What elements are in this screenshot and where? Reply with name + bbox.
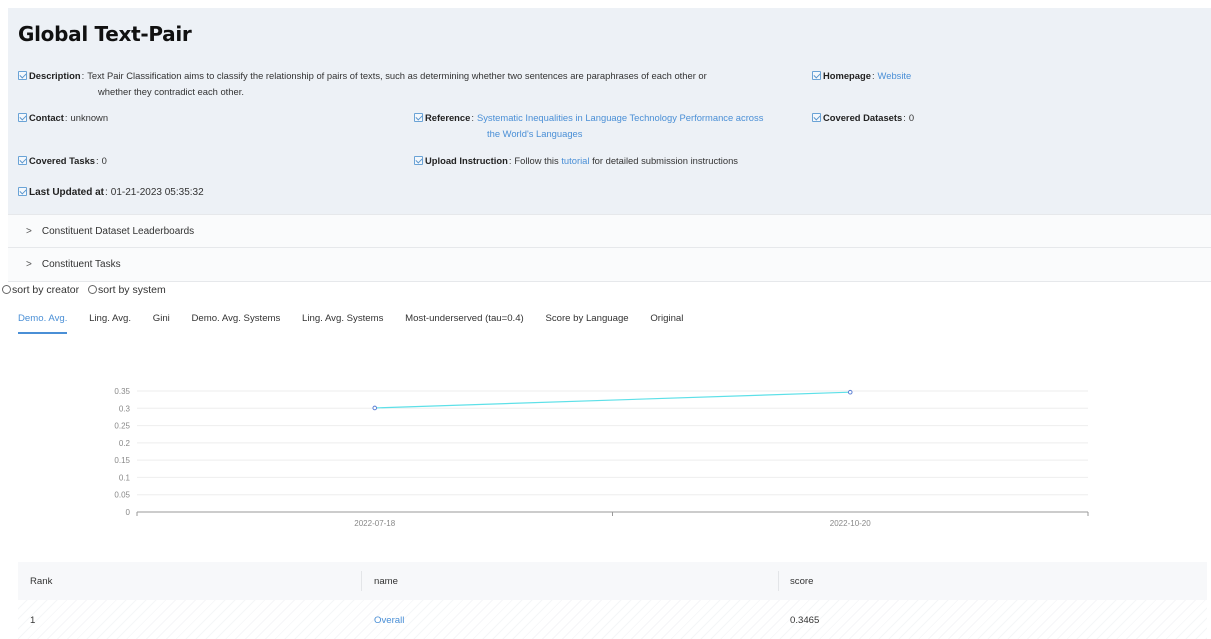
covered-datasets-field: Covered Datasets: 0 xyxy=(812,110,914,126)
tab-most-underserved[interactable]: Most-underserved (tau=0.4) xyxy=(405,313,524,332)
checkbox-icon xyxy=(812,113,821,122)
tab-demo-avg-systems[interactable]: Demo. Avg. Systems xyxy=(191,313,280,332)
sort-by-system-radio[interactable]: sort by system xyxy=(88,284,166,296)
reference-field: Reference: Systematic Inequalities in Lan… xyxy=(414,110,814,142)
collapse-label: Constituent Tasks xyxy=(41,259,121,270)
y-tick-label: 0 xyxy=(126,508,131,517)
homepage-label: Homepage xyxy=(823,70,871,81)
tab-gini[interactable]: Gini xyxy=(153,313,170,332)
contact-value: unknown xyxy=(70,112,109,123)
checkbox-icon xyxy=(414,156,423,165)
info-panel: Global Text-Pair Description: Text Pair C… xyxy=(8,8,1211,214)
reference-link-line2[interactable]: the World's Languages xyxy=(414,126,814,142)
description-field: Description: Text Pair Classification aim… xyxy=(18,68,808,100)
collapse-constituent-tasks[interactable]: > Constituent Tasks xyxy=(8,248,1211,282)
checkbox-icon xyxy=(812,71,821,80)
reference-label: Reference xyxy=(425,112,471,123)
y-tick-label: 0.1 xyxy=(119,473,131,482)
x-tick-label: 2022-07-18 xyxy=(354,519,395,528)
x-tick-label: 2022-10-20 xyxy=(830,519,871,528)
page-title: Global Text-Pair xyxy=(18,22,192,46)
covered-tasks-label: Covered Tasks xyxy=(29,155,96,166)
data-point xyxy=(847,389,853,395)
tab-demo-avg[interactable]: Demo. Avg. xyxy=(18,313,68,334)
homepage-field: Homepage: Website xyxy=(812,68,911,84)
covered-datasets-value: 0 xyxy=(908,112,915,123)
leaderboard-table: Rank name score 1 Overall 0.3465 xyxy=(18,562,1207,639)
metric-tabs: Demo. Avg. Ling. Avg. Gini Demo. Avg. Sy… xyxy=(18,313,702,339)
description-text-line2: whether they contradict each other. xyxy=(98,86,244,97)
tab-original[interactable]: Original xyxy=(650,313,683,332)
sort-by-creator-radio[interactable]: sort by creator xyxy=(2,284,79,296)
checkbox-icon xyxy=(414,113,423,122)
description-label: Description xyxy=(29,70,81,81)
checkbox-icon xyxy=(18,156,27,165)
contact-label: Contact xyxy=(29,112,64,123)
homepage-link[interactable]: Website xyxy=(878,70,912,81)
y-tick-label: 0.05 xyxy=(114,491,130,500)
radio-icon xyxy=(2,285,11,294)
description-text-line1: Text Pair Classification aims to classif… xyxy=(87,70,707,81)
tab-ling-avg[interactable]: Ling. Avg. xyxy=(89,313,131,332)
column-header-score: score xyxy=(790,575,814,587)
checkbox-icon xyxy=(18,71,27,80)
data-point xyxy=(372,405,378,411)
y-tick-label: 0.15 xyxy=(114,456,130,465)
last-updated-label: Last Updated at xyxy=(29,187,105,198)
contact-field: Contact: unknown xyxy=(18,110,108,126)
table-row: 1 Overall 0.3465 xyxy=(18,600,1207,639)
score-cell: 0.3465 xyxy=(790,614,820,626)
y-tick-label: 0.35 xyxy=(114,387,130,396)
tutorial-link[interactable]: tutorial xyxy=(561,155,589,166)
rank-cell: 1 xyxy=(30,614,36,626)
column-header-name: name xyxy=(374,575,398,587)
collapse-label: Constituent Dataset Leaderboards xyxy=(41,226,195,237)
chevron-right-icon: > xyxy=(26,226,32,237)
tab-ling-avg-systems[interactable]: Ling. Avg. Systems xyxy=(302,313,383,332)
upload-instruction-prefix: Follow this xyxy=(514,155,559,166)
covered-tasks-field: Covered Tasks: 0 xyxy=(18,153,107,169)
checkbox-icon xyxy=(18,187,27,196)
sort-option-label: sort by system xyxy=(98,284,166,296)
y-tick-label: 0.2 xyxy=(119,439,131,448)
series-line xyxy=(374,391,851,409)
table-header: Rank name score xyxy=(18,562,1207,600)
radio-icon xyxy=(88,285,98,294)
chevron-right-icon: > xyxy=(26,259,32,270)
y-tick-label: 0.3 xyxy=(119,404,131,413)
line-chart: 0 0.05 0.1 0.15 0.2 0.25 0.3 0.35 2022-07-18 2022… xyxy=(114,387,1089,528)
collapse-dataset-leaderboards[interactable]: > Constituent Dataset Leaderboards xyxy=(8,214,1211,248)
upload-instruction-suffix: for detailed submission instructions xyxy=(592,155,738,166)
tab-score-by-language[interactable]: Score by Language xyxy=(545,313,628,332)
system-name-link[interactable]: Overall xyxy=(374,600,404,639)
last-updated-value: 01-21-2023 05:35:32 xyxy=(110,187,204,198)
upload-instruction-label: Upload Instruction xyxy=(425,155,508,166)
sort-options: sort by creator sort by system xyxy=(2,283,172,297)
covered-tasks-value: 0 xyxy=(101,155,107,166)
covered-datasets-label: Covered Datasets xyxy=(823,112,903,123)
y-tick-label: 0.25 xyxy=(114,422,130,431)
column-header-rank: Rank xyxy=(30,575,53,587)
reference-link[interactable]: Systematic Inequalities in Language Tech… xyxy=(477,112,763,123)
last-updated-field: Last Updated at: 01-21-2023 05:35:32 xyxy=(18,185,204,201)
checkbox-icon xyxy=(18,113,27,122)
sort-option-label: sort by creator xyxy=(12,284,80,296)
upload-instruction-field: Upload Instruction: Follow this tutorial … xyxy=(414,153,738,169)
